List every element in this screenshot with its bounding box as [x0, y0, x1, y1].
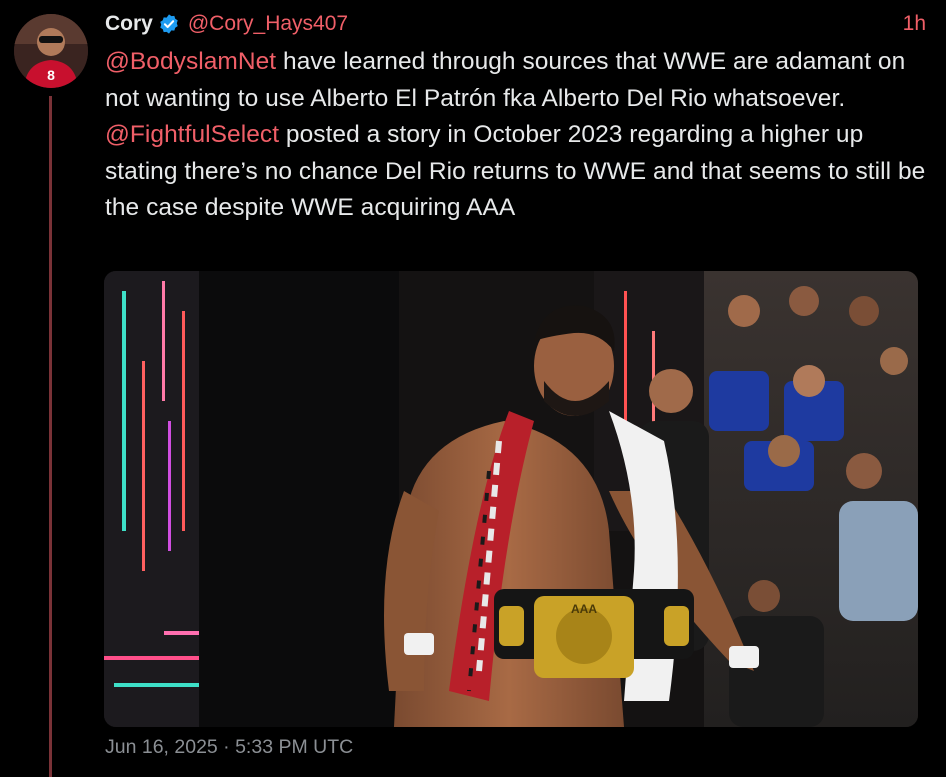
- tweet[interactable]: 8 Cory @Cory_Hays407 1h @BodyslamNet hav…: [0, 0, 946, 777]
- mention-link[interactable]: @BodyslamNet: [105, 48, 276, 75]
- tweet-text: @BodyslamNet have learned through source…: [105, 44, 935, 227]
- author-name[interactable]: Cory: [105, 12, 153, 36]
- verified-badge-icon: [158, 13, 180, 35]
- avatar-photo-icon: 8: [14, 14, 88, 88]
- thread-line: [49, 96, 52, 777]
- avatar[interactable]: 8: [14, 14, 88, 88]
- svg-text:8: 8: [47, 67, 55, 83]
- relative-time[interactable]: 1h: [903, 12, 926, 36]
- author-handle[interactable]: @Cory_Hays407: [188, 12, 348, 36]
- belt-text: AAA: [571, 602, 597, 616]
- tweet-header: Cory @Cory_Hays407 1h: [105, 10, 926, 38]
- mention-link[interactable]: @FightfulSelect: [105, 121, 279, 148]
- tweet-image[interactable]: AAA: [104, 271, 918, 727]
- wrestler-photo: AAA: [104, 271, 918, 727]
- tweet-timestamp[interactable]: Jun 16, 2025 · 5:33 PM UTC: [105, 736, 353, 759]
